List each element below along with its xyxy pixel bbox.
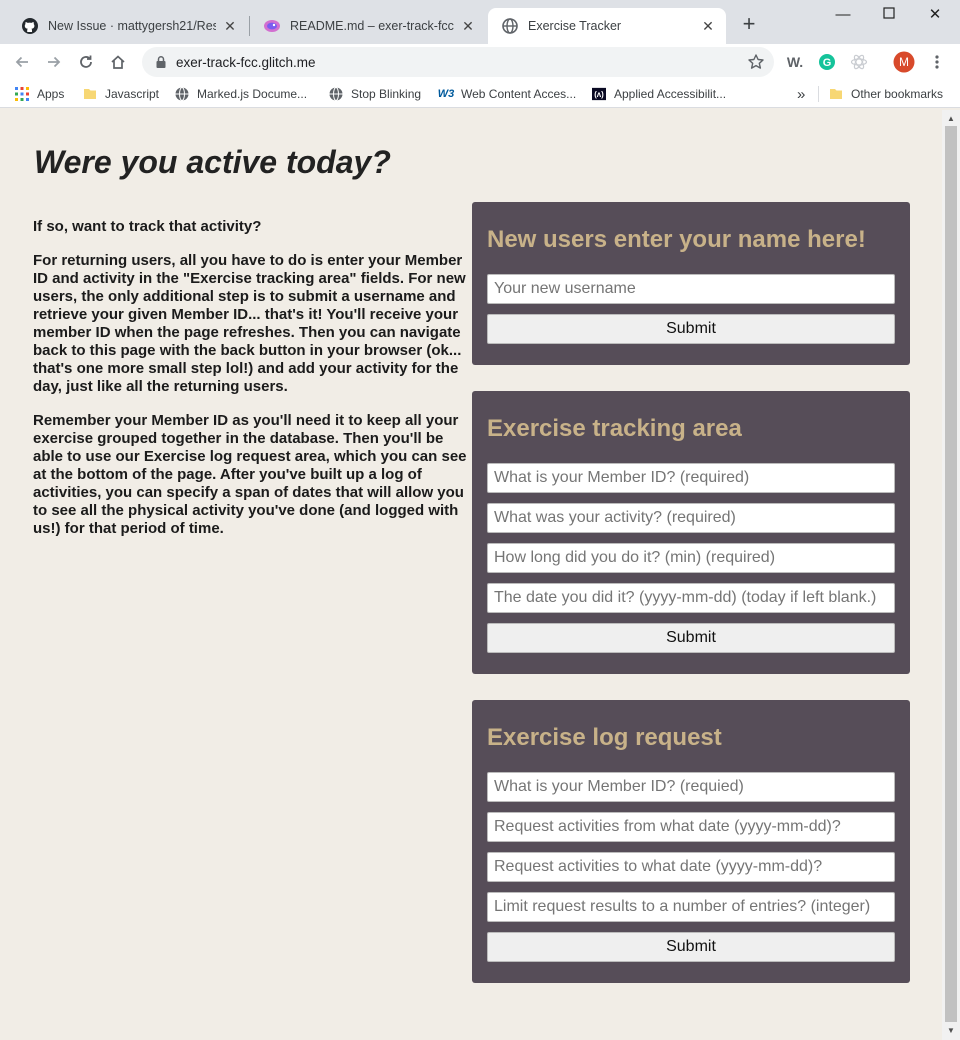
wikiwand-icon[interactable]: W. xyxy=(784,51,806,73)
svg-text:(ʌ): (ʌ) xyxy=(594,90,604,99)
back-icon[interactable] xyxy=(10,50,34,74)
bookmark-applied-accessibility[interactable]: (ʌ) Applied Accessibilit... xyxy=(592,84,726,104)
bookmark-label: Web Content Acces... xyxy=(461,87,577,101)
fcc-icon: (ʌ) xyxy=(592,87,606,101)
w3c-icon: W3 xyxy=(437,88,455,100)
star-icon[interactable] xyxy=(744,50,768,74)
log-heading: Exercise log request xyxy=(487,724,722,751)
page-headline: Were you active today? xyxy=(34,144,391,180)
folder-icon xyxy=(829,87,843,101)
limit-input[interactable] xyxy=(487,892,895,922)
new-user-panel: New users enter your name here! Submit xyxy=(472,202,910,365)
url-text: exer-track-fcc.glitch.me xyxy=(176,54,316,70)
github-icon xyxy=(22,18,38,34)
folder-icon xyxy=(83,87,97,101)
svg-text:G: G xyxy=(823,57,832,69)
scroll-up-icon[interactable]: ▲ xyxy=(946,114,956,124)
new-user-submit-button[interactable]: Submit xyxy=(487,314,895,344)
bookmark-stop-blinking[interactable]: Stop Blinking xyxy=(329,84,421,104)
new-user-heading: New users enter your name here! xyxy=(487,226,866,253)
scrollbar-thumb[interactable] xyxy=(945,126,957,1022)
bookmark-label: Other bookmarks xyxy=(851,87,944,101)
bookmark-label: Applied Accessibilit... xyxy=(614,87,727,101)
bookmark-label: Marked.js Docume... xyxy=(197,87,308,101)
close-tab-icon[interactable]: ✕ xyxy=(700,18,716,34)
bookmark-label: Javascript xyxy=(105,87,160,101)
profile-avatar[interactable]: M xyxy=(893,51,915,73)
from-date-input[interactable] xyxy=(487,812,895,842)
globe-icon xyxy=(175,87,189,101)
new-tab-icon[interactable]: + xyxy=(738,13,760,36)
scroll-down-icon[interactable]: ▼ xyxy=(946,1026,956,1036)
tab-exercise-tracker[interactable]: Exercise Tracker ✕ xyxy=(488,8,726,44)
bookmarks-bar: Apps Javascript Marked.js Docume... Stop… xyxy=(0,80,960,108)
close-tab-icon[interactable]: ✕ xyxy=(460,18,476,34)
bookmarks-divider xyxy=(818,86,819,102)
address-bar[interactable]: exer-track-fcc.glitch.me xyxy=(142,47,774,77)
close-tab-icon[interactable]: ✕ xyxy=(222,18,238,34)
bookmark-markedjs[interactable]: Marked.js Docume... xyxy=(175,84,307,104)
exercise-log-panel: Exercise log request Submit xyxy=(472,700,910,983)
profile-initial: M xyxy=(899,55,909,69)
globe-icon xyxy=(329,87,343,101)
tab-readme[interactable]: README.md – exer-track-fcc ✕ xyxy=(250,8,486,44)
maximize-icon[interactable] xyxy=(878,4,900,26)
tab-title: New Issue · mattygersh21/Respo xyxy=(48,19,216,33)
apps-grid-icon xyxy=(15,87,29,101)
menu-kebab-icon[interactable] xyxy=(926,51,948,73)
date-input[interactable] xyxy=(487,583,895,613)
intro-text: If so, want to track that activity? For … xyxy=(33,218,475,554)
intro-instructions: For returning users, all you have to do … xyxy=(33,252,466,395)
tracking-submit-button[interactable]: Submit xyxy=(487,623,895,653)
log-member-id-input[interactable] xyxy=(487,772,895,802)
lock-icon xyxy=(154,55,168,69)
exercise-tracking-panel: Exercise tracking area Submit xyxy=(472,391,910,674)
vertical-scrollbar[interactable]: ▲ ▼ xyxy=(942,110,960,1040)
bookmark-apps[interactable]: Apps xyxy=(15,84,64,104)
reload-icon[interactable] xyxy=(74,50,98,74)
grammarly-icon[interactable]: G xyxy=(816,51,838,73)
intro-reminder: Remember your Member ID as you'll need i… xyxy=(33,412,467,537)
bookmark-label: Apps xyxy=(37,87,65,101)
browser-toolbar: exer-track-fcc.glitch.me W. G M xyxy=(0,44,960,80)
minimize-icon[interactable]: — xyxy=(832,4,854,26)
log-submit-button[interactable]: Submit xyxy=(487,932,895,962)
activity-input[interactable] xyxy=(487,503,895,533)
bookmark-other[interactable]: Other bookmarks xyxy=(829,84,943,104)
tracking-heading: Exercise tracking area xyxy=(487,415,742,442)
page-viewport: Were you active today? If so, want to tr… xyxy=(0,110,942,1040)
forward-icon[interactable] xyxy=(42,50,66,74)
tab-github-issue[interactable]: New Issue · mattygersh21/Respo ✕ xyxy=(8,8,248,44)
member-id-input[interactable] xyxy=(487,463,895,493)
to-date-input[interactable] xyxy=(487,852,895,882)
globe-icon xyxy=(502,18,518,34)
glitch-icon xyxy=(264,18,280,34)
react-devtools-icon[interactable] xyxy=(848,51,870,73)
bookmarks-overflow-icon[interactable]: » xyxy=(797,84,805,104)
tab-title: README.md – exer-track-fcc xyxy=(290,19,454,33)
tab-title: Exercise Tracker xyxy=(528,19,622,33)
tab-strip: New Issue · mattygersh21/Respo ✕ README.… xyxy=(0,0,960,44)
bookmark-web-content[interactable]: W3 Web Content Acces... xyxy=(437,84,577,104)
home-icon[interactable] xyxy=(106,50,130,74)
bookmark-javascript[interactable]: Javascript xyxy=(83,84,159,104)
duration-input[interactable] xyxy=(487,543,895,573)
bookmark-label: Stop Blinking xyxy=(351,87,422,101)
close-window-icon[interactable]: ✕ xyxy=(924,4,946,26)
username-input[interactable] xyxy=(487,274,895,304)
intro-question: If so, want to track that activity? xyxy=(33,218,262,235)
